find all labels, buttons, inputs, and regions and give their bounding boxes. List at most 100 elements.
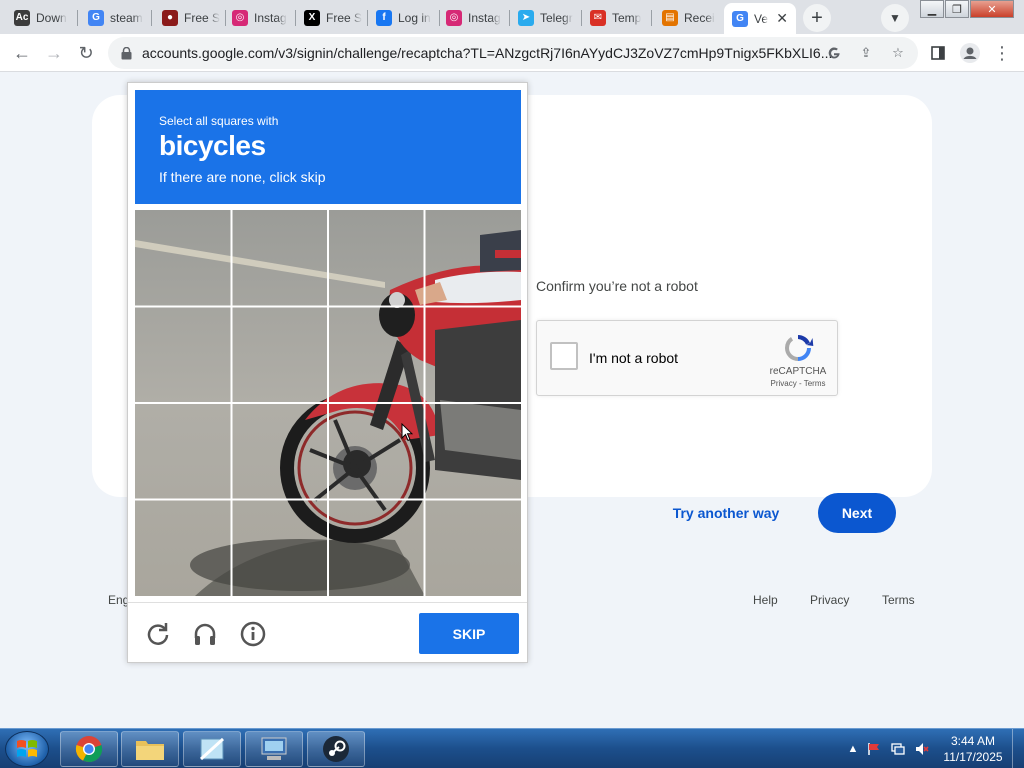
taskbar-app-4[interactable] xyxy=(245,731,303,767)
tab-2[interactable]: Gsteam xyxy=(80,3,152,32)
url-text[interactable]: accounts.google.com/v3/signin/challenge/… xyxy=(142,45,832,61)
tab-5[interactable]: X Free S xyxy=(296,3,368,32)
telegram-icon: ➤ xyxy=(518,9,534,26)
instagram-icon: ◎ xyxy=(446,9,462,26)
google-lens-icon[interactable] xyxy=(824,43,844,63)
tab-9[interactable]: ✉ Temp xyxy=(582,3,652,32)
show-desktop-button[interactable] xyxy=(1012,729,1024,768)
folder-icon xyxy=(136,741,164,760)
info-icon[interactable] xyxy=(239,620,267,648)
share-icon[interactable]: ⇪ xyxy=(856,43,876,63)
volume-muted-icon[interactable] xyxy=(914,741,930,757)
windows-taskbar: ▲ 3:44 AM 11/17/2025 xyxy=(0,728,1024,768)
address-bar[interactable]: accounts.google.com/v3/signin/challenge/… xyxy=(108,37,918,69)
tab-title: Instag xyxy=(468,10,501,25)
challenge-header: Select all squares with bicycles If ther… xyxy=(135,90,521,204)
taskbar-app-3[interactable] xyxy=(183,731,241,767)
tab-4[interactable]: ◎ Instag xyxy=(224,3,296,32)
audio-challenge-headphones-icon[interactable] xyxy=(191,620,219,648)
challenge-tile-r2-c3[interactable] xyxy=(328,307,425,404)
network-icon[interactable] xyxy=(890,741,906,757)
tab-title: Free S xyxy=(326,10,363,25)
facebook-icon: f xyxy=(376,9,392,26)
tab-title: Log in xyxy=(398,10,431,25)
tray-expand-icon[interactable]: ▲ xyxy=(845,741,861,757)
clock-date[interactable]: 11/17/2025 xyxy=(938,750,1008,764)
challenge-tile-r4-c4[interactable] xyxy=(425,500,522,597)
reload-challenge-icon[interactable] xyxy=(144,620,172,648)
tab-3[interactable]: ● Free S xyxy=(154,3,226,32)
next-button[interactable]: Next xyxy=(818,493,896,533)
maximize-button[interactable]: ❐ xyxy=(945,0,969,18)
challenge-tile-r3-c4[interactable] xyxy=(425,403,522,500)
instagram-icon: ◎ xyxy=(232,9,248,26)
challenge-tile-r4-c1[interactable] xyxy=(135,500,232,597)
footer-terms-link[interactable]: Terms xyxy=(882,593,915,607)
reload-icon: ↻ xyxy=(78,42,94,63)
new-tab-button[interactable]: + xyxy=(803,4,831,32)
challenge-tile-r2-c1[interactable] xyxy=(135,307,232,404)
challenge-tile-r3-c3[interactable] xyxy=(328,403,425,500)
doc-icon: ▤ xyxy=(662,9,678,26)
challenge-image-grid xyxy=(135,210,521,596)
challenge-footer-divider xyxy=(128,602,527,603)
challenge-tile-r3-c1[interactable] xyxy=(135,403,232,500)
browser-toolbar: ← → ↻ accounts.google.com/v3/signin/chal… xyxy=(0,34,1024,72)
action-center-flag-icon[interactable] xyxy=(866,741,882,757)
tab-title: Down xyxy=(36,10,67,25)
challenge-tile-r1-c1[interactable] xyxy=(135,210,232,307)
back-button[interactable]: ← xyxy=(8,39,36,67)
challenge-tile-r2-c2[interactable] xyxy=(232,307,329,404)
tab-title: steam xyxy=(110,10,143,25)
tab-6[interactable]: f Log in xyxy=(368,3,440,32)
tab-7[interactable]: ◎ Instag xyxy=(438,3,510,32)
site-icon: ● xyxy=(162,9,178,26)
challenge-tile-r1-c3[interactable] xyxy=(328,210,425,307)
window-close-button[interactable]: ✕ xyxy=(970,0,1014,18)
bookmark-star-icon[interactable]: ☆ xyxy=(888,43,908,63)
challenge-target-object: bicycles xyxy=(159,130,266,161)
recaptcha-brand-text: reCAPTCHA xyxy=(769,366,827,377)
google-icon: G xyxy=(732,10,748,27)
recaptcha-widget: I'm not a robot reCAPTCHA Privacy - Term… xyxy=(536,320,838,396)
tab-8[interactable]: ➤ Telegr xyxy=(510,3,582,32)
challenge-tile-r2-c4[interactable] xyxy=(425,307,522,404)
challenge-tile-r1-c2[interactable] xyxy=(232,210,329,307)
footer-privacy-link[interactable]: Privacy xyxy=(810,593,849,607)
challenge-instruction: Select all squares with xyxy=(159,114,279,128)
footer-help-link[interactable]: Help xyxy=(753,593,778,607)
challenge-tile-r3-c2[interactable] xyxy=(232,403,329,500)
recaptcha-checkbox[interactable] xyxy=(550,342,578,370)
start-button[interactable] xyxy=(5,731,49,767)
recaptcha-privacy-terms-links[interactable]: Privacy - Terms xyxy=(763,379,833,388)
tab-search-button[interactable]: ▼ xyxy=(881,4,909,32)
google-icon: G xyxy=(88,9,104,26)
skip-button[interactable]: SKIP xyxy=(419,613,519,654)
menu-kebab-icon[interactable]: ⋮ xyxy=(988,39,1016,67)
x-icon: X xyxy=(304,9,320,26)
mail-icon: ✉ xyxy=(590,9,606,26)
clock-time[interactable]: 3:44 AM xyxy=(938,734,1008,748)
taskbar-file-explorer[interactable] xyxy=(121,731,179,767)
minimize-button[interactable]: ▁ xyxy=(920,0,944,18)
windows-logo-icon xyxy=(17,740,37,757)
challenge-tile-r4-c2[interactable] xyxy=(232,500,329,597)
window-app-icon xyxy=(199,737,225,761)
close-tab-icon[interactable]: ✕ xyxy=(776,10,788,27)
try-another-way-button[interactable]: Try another way xyxy=(664,494,788,532)
tab-10[interactable]: ▤ Recei xyxy=(654,3,724,32)
tab-title: Ve xyxy=(754,11,769,26)
challenge-tile-r1-c4[interactable] xyxy=(425,210,522,307)
tab-11[interactable]: G Ve ✕ xyxy=(724,3,796,34)
taskbar-steam[interactable] xyxy=(307,731,365,767)
profile-avatar-icon[interactable] xyxy=(956,39,984,67)
recaptcha-logo-icon xyxy=(781,331,815,365)
side-panel-icon[interactable] xyxy=(924,39,952,67)
challenge-tile-r4-c3[interactable] xyxy=(328,500,425,597)
reload-button[interactable]: ↻ xyxy=(72,39,100,67)
taskbar-chrome[interactable] xyxy=(60,731,118,767)
tab-1[interactable]: Ac Down xyxy=(6,3,78,32)
adobe-icon: Ac xyxy=(14,9,30,26)
forward-button[interactable]: → xyxy=(40,39,68,67)
arrow-left-icon: ← xyxy=(13,42,31,63)
